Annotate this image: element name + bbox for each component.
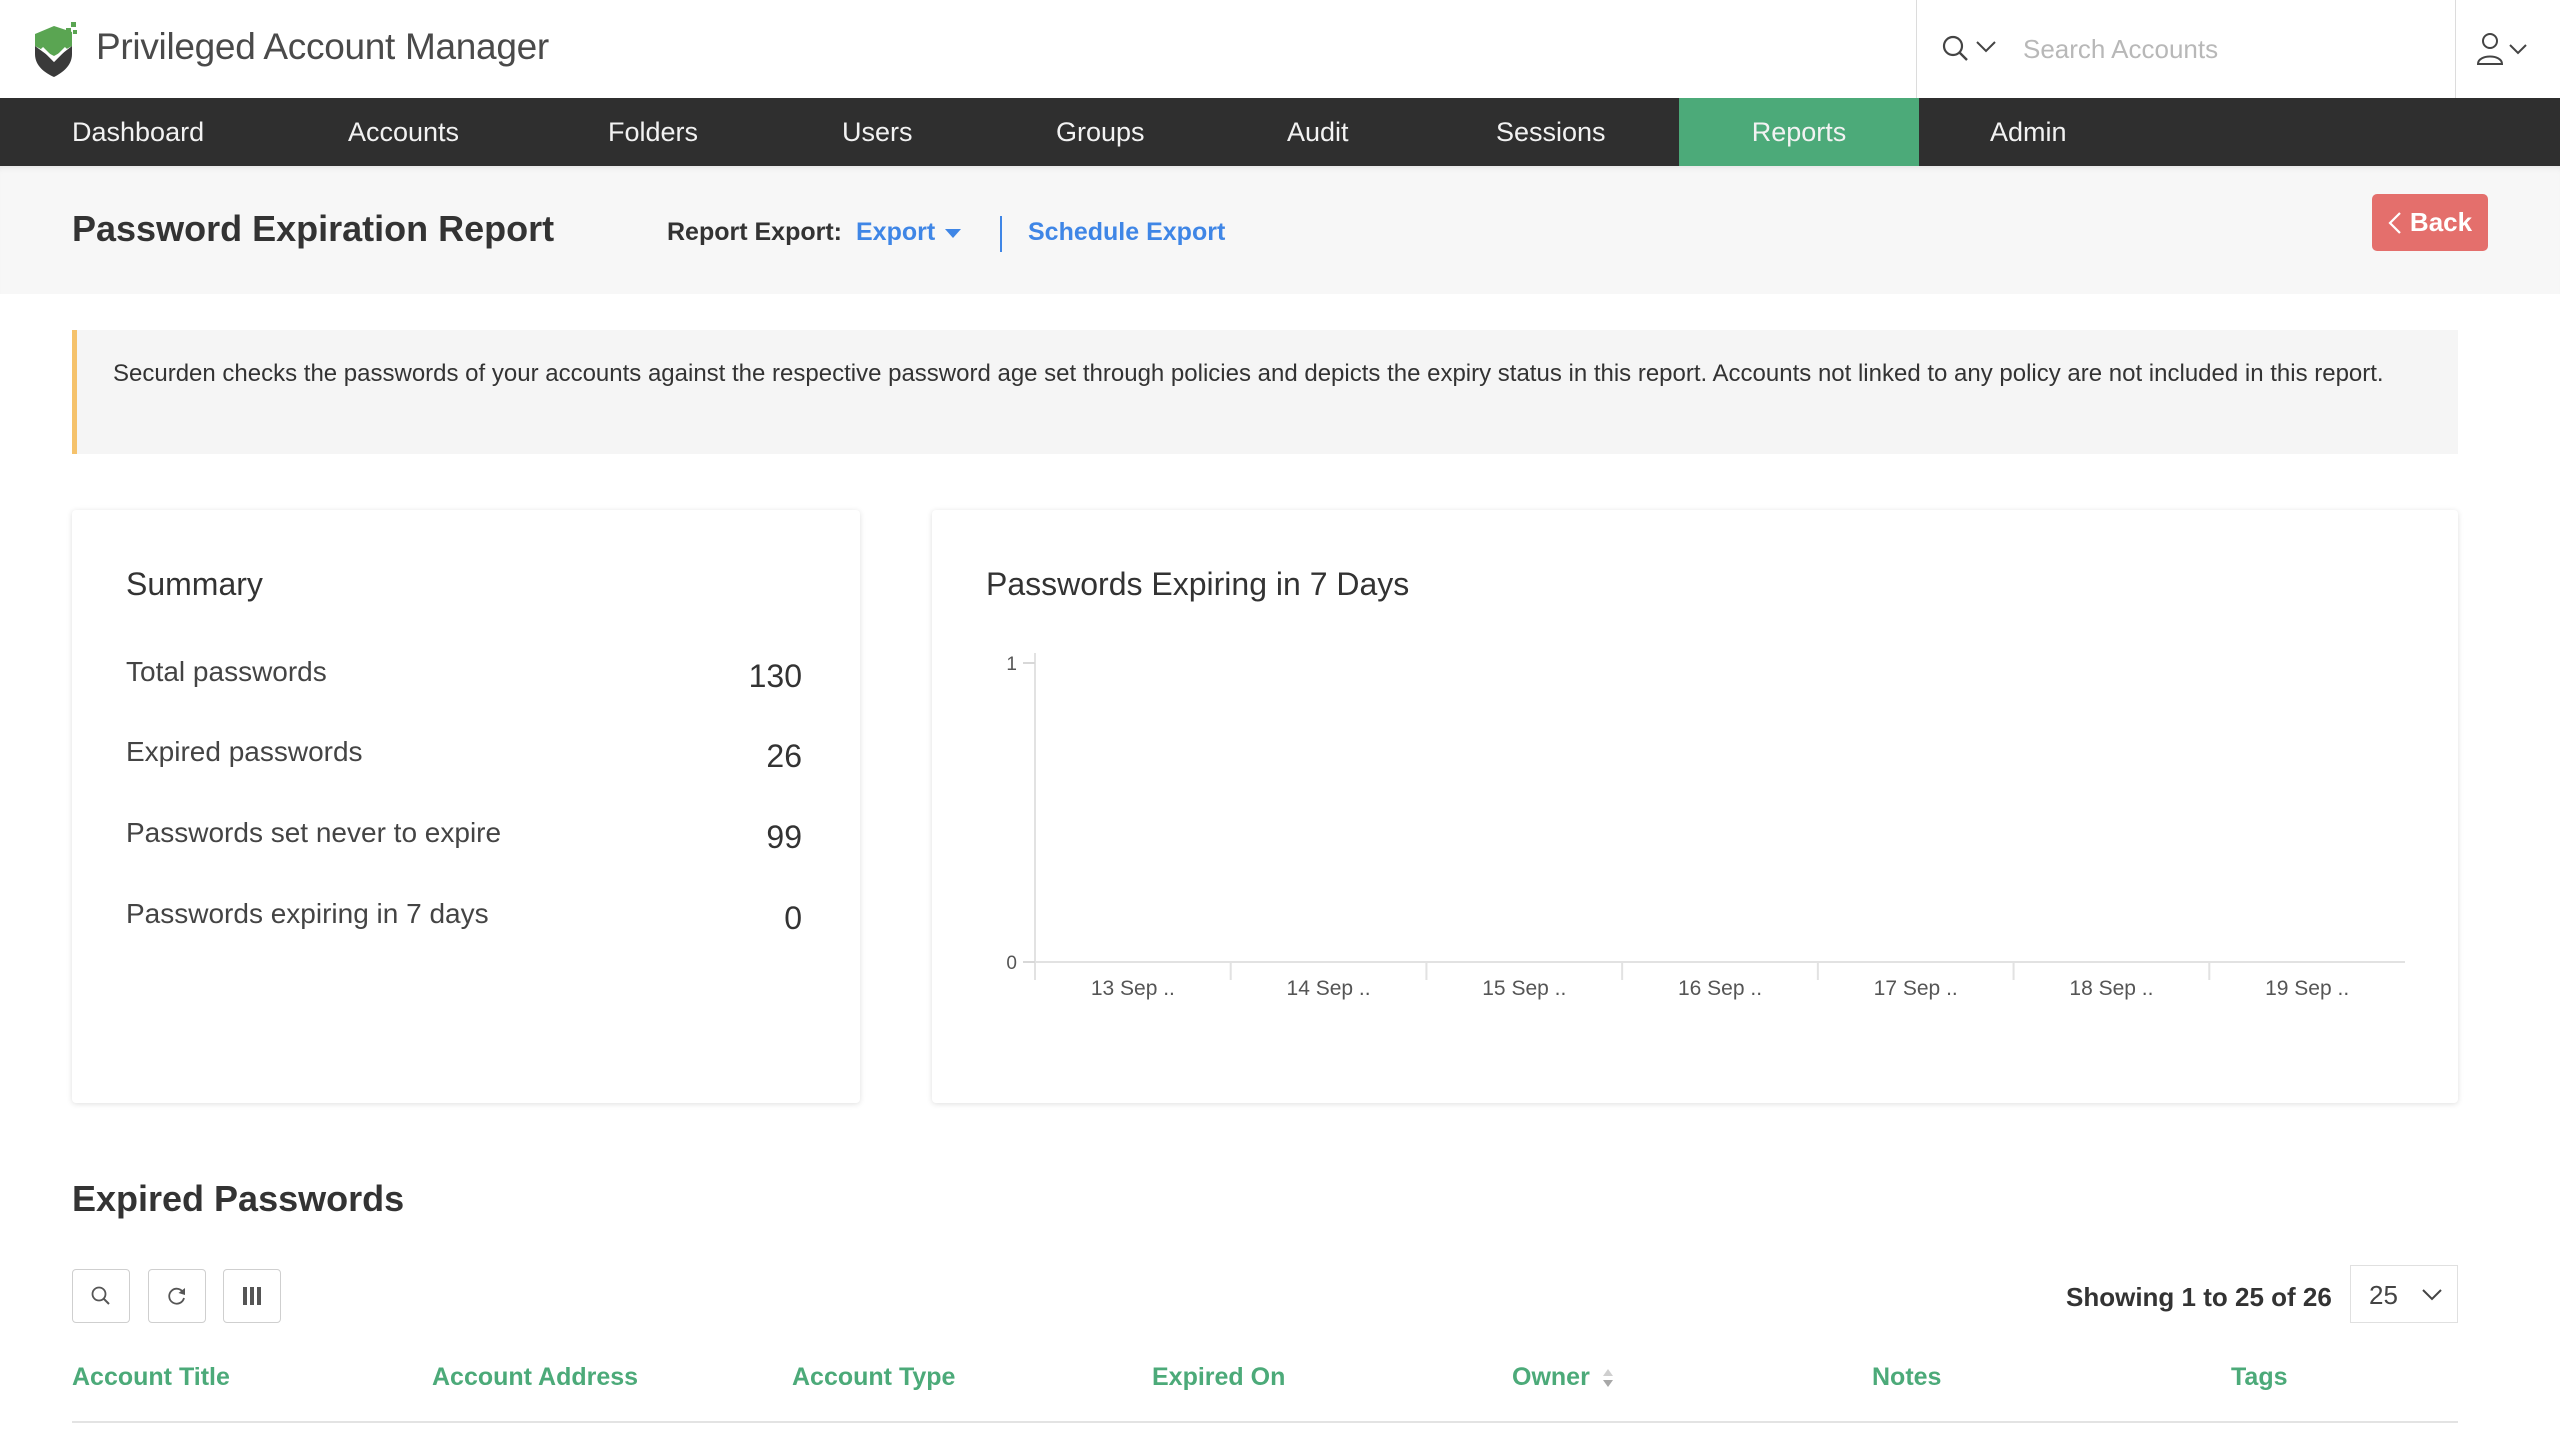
summary-label: Expired passwords xyxy=(126,736,363,767)
app-logo-shield-icon xyxy=(35,22,77,77)
column-header-tags[interactable]: Tags xyxy=(2231,1363,2288,1392)
column-header-account-type[interactable]: Account Type xyxy=(792,1363,955,1392)
export-divider xyxy=(1000,216,1002,252)
nav-admin[interactable]: Admin xyxy=(1990,98,2067,166)
caret-down-icon xyxy=(945,228,962,238)
y-tick-label: 0 xyxy=(1006,953,1017,974)
info-banner: Securden checks the passwords of your ac… xyxy=(72,330,2458,454)
nav-dashboard[interactable]: Dashboard xyxy=(72,98,204,166)
nav-accounts[interactable]: Accounts xyxy=(348,98,459,166)
page-size-value: 25 xyxy=(2369,1280,2398,1310)
column-header-owner-label: Owner xyxy=(1512,1363,1590,1391)
refresh-icon xyxy=(168,1287,185,1305)
summary-label: Passwords expiring in 7 days xyxy=(126,898,489,929)
nav-folders[interactable]: Folders xyxy=(608,98,698,166)
summary-value: 99 xyxy=(766,819,802,855)
summary-value: 0 xyxy=(784,900,802,936)
nav-audit[interactable]: Audit xyxy=(1287,98,1349,166)
column-header-notes[interactable]: Notes xyxy=(1872,1363,1941,1392)
x-tick-label: 15 Sep .. xyxy=(1482,977,1566,1000)
search-scope-chevron-down-icon[interactable] xyxy=(1975,40,1997,54)
summary-row-total: Total passwords 130 xyxy=(126,656,802,696)
user-menu[interactable] xyxy=(2470,30,2550,70)
column-header-account-title[interactable]: Account Title xyxy=(72,1363,230,1392)
table-search-button[interactable] xyxy=(72,1269,130,1323)
summary-card: Summary Total passwords 130 Expired pass… xyxy=(72,510,860,1103)
pagination-summary: Showing 1 to 25 of 26 xyxy=(2066,1282,2332,1312)
refresh-button[interactable] xyxy=(148,1269,206,1323)
back-button-label: Back xyxy=(2409,207,2473,237)
table-header-divider xyxy=(72,1421,2458,1423)
export-dropdown[interactable]: Export xyxy=(856,218,962,247)
page-header: Password Expiration Report Report Export… xyxy=(0,166,2560,294)
column-header-owner[interactable]: Owner xyxy=(1512,1363,1615,1392)
report-export-label: Report Export: xyxy=(667,218,842,246)
expired-passwords-title: Expired Passwords xyxy=(72,1178,405,1219)
nav-sessions[interactable]: Sessions xyxy=(1496,98,1606,166)
column-header-account-address[interactable]: Account Address xyxy=(432,1363,638,1392)
x-tick-label: 13 Sep .. xyxy=(1091,977,1175,1000)
x-tick-label: 18 Sep .. xyxy=(2069,977,2153,1000)
summary-value: 26 xyxy=(766,738,802,774)
x-tick-label: 16 Sep .. xyxy=(1678,977,1762,1000)
page-title: Password Expiration Report xyxy=(72,208,555,249)
nav-users[interactable]: Users xyxy=(842,98,913,166)
summary-value: 130 xyxy=(748,658,802,694)
x-tick-label: 14 Sep .. xyxy=(1287,977,1371,1000)
search-icon xyxy=(91,1286,110,1305)
search-accounts-input[interactable] xyxy=(2023,26,2433,72)
summary-row-expired: Expired passwords 26 xyxy=(126,736,802,776)
global-search xyxy=(1916,0,2456,98)
top-header: Privileged Account Manager xyxy=(0,0,2560,98)
summary-row-never-expire: Passwords set never to expire 99 xyxy=(126,817,802,857)
app-title: Privileged Account Manager xyxy=(96,26,549,67)
export-dropdown-label: Export xyxy=(856,218,936,246)
expiring-chart-card: Passwords Expiring in 7 Days 0 1 13 Sep ..… xyxy=(932,510,2458,1103)
user-menu-chevron-down-icon xyxy=(2509,44,2527,55)
summary-title: Summary xyxy=(126,566,263,602)
expiring-chart: 0 1 13 Sep .. 14 Sep .. 15 Sep .. 16 Sep .. 17… xyxy=(1006,653,2405,1000)
column-header-expired-on[interactable]: Expired On xyxy=(1152,1363,1285,1392)
page-size-select[interactable]: 25 xyxy=(2350,1265,2458,1323)
columns-button[interactable] xyxy=(223,1269,281,1323)
schedule-export-link[interactable]: Schedule Export xyxy=(1028,218,1225,247)
x-tick-label: 19 Sep .. xyxy=(2265,977,2349,1000)
chevron-left-icon xyxy=(2388,211,2401,234)
chevron-down-icon xyxy=(2422,1289,2442,1301)
search-icon[interactable] xyxy=(1941,34,1971,64)
y-tick-label: 1 xyxy=(1006,654,1017,675)
summary-row-expiring-7-days: Passwords expiring in 7 days 0 xyxy=(126,898,802,938)
main-nav: Dashboard Accounts Folders Users Groups … xyxy=(0,98,2560,166)
back-button[interactable]: Back xyxy=(2372,194,2488,251)
nav-groups[interactable]: Groups xyxy=(1056,98,1145,166)
summary-label: Total passwords xyxy=(126,656,327,687)
sort-icon xyxy=(1602,1369,1613,1388)
info-banner-text: Securden checks the passwords of your ac… xyxy=(113,360,2384,387)
columns-icon xyxy=(243,1287,261,1305)
x-tick-label: 17 Sep .. xyxy=(1874,977,1958,1000)
nav-reports[interactable]: Reports xyxy=(1679,98,1919,166)
user-icon xyxy=(2476,33,2504,65)
summary-label: Passwords set never to expire xyxy=(126,817,502,848)
